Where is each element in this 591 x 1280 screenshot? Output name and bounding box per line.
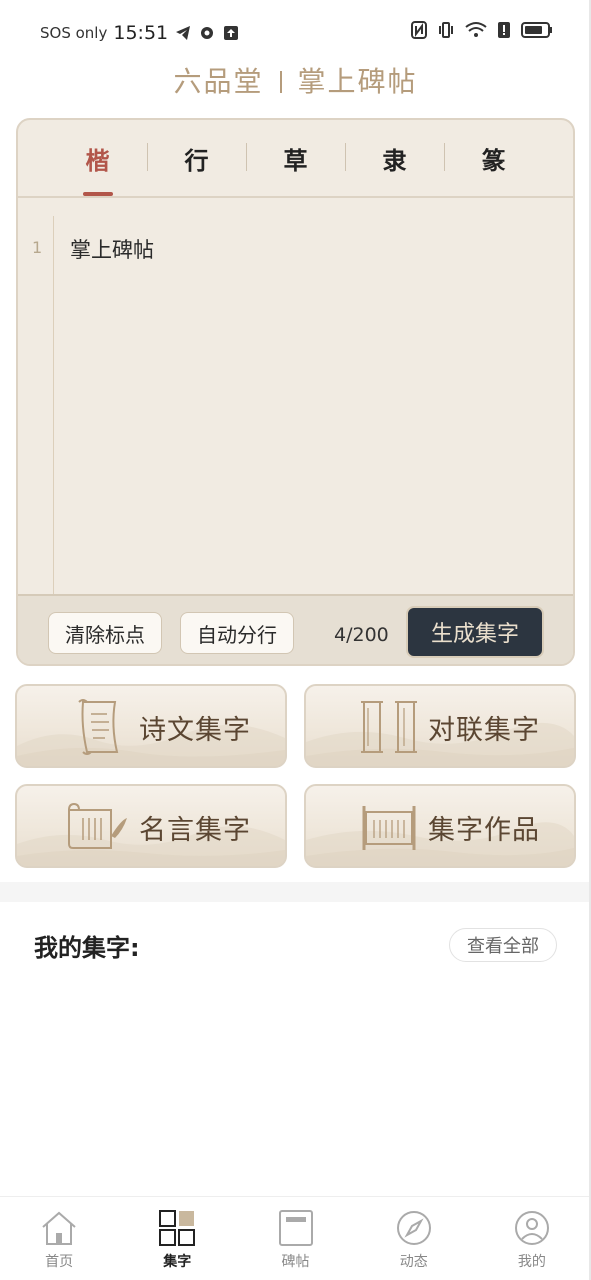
text-editor[interactable]: 1 掌上碑帖 <box>18 198 573 594</box>
battery-icon <box>521 22 552 38</box>
nfc-icon <box>411 21 427 39</box>
nav-label: 碑帖 <box>281 1254 310 1270</box>
logo-divider <box>279 71 282 93</box>
grid-icon <box>159 1210 196 1246</box>
status-bar: SOS only 15:51 <box>0 0 591 62</box>
tab-kai[interactable]: 楷 <box>48 141 147 196</box>
logo-app-name: 掌上碑帖 <box>297 65 418 98</box>
my-collections-title: 我的集字: <box>34 934 140 962</box>
quote-collect-tile[interactable]: 名言集字 <box>15 784 287 868</box>
tab-label: 篆 <box>481 146 506 175</box>
home-icon <box>42 1211 76 1245</box>
editor-toolbar: 清除标点 自动分行 4/200 生成集字 <box>18 594 573 664</box>
compass-icon <box>396 1211 431 1245</box>
book-icon <box>278 1210 313 1246</box>
section-divider <box>0 882 591 902</box>
poem-collect-tile[interactable]: 诗文集字 <box>15 684 287 768</box>
clock: 15:51 <box>113 22 169 44</box>
line-gutter: 1 <box>18 216 54 594</box>
clear-punctuation-button[interactable]: 清除标点 <box>48 612 162 654</box>
bottom-nav: 首页 集字 碑帖 动态 我的 <box>0 1196 591 1280</box>
nav-label: 我的 <box>517 1254 546 1270</box>
nav-rubbings[interactable]: 碑帖 <box>236 1197 354 1280</box>
tile-label: 名言集字 <box>139 815 251 846</box>
carrier-text: SOS only <box>40 24 108 42</box>
editor-card: 楷 行 草 隶 篆 1 掌上碑帖 清除标点 自动分行 4/200 生成集字 <box>16 118 575 666</box>
tab-label: 楷 <box>85 146 110 175</box>
wifi-icon <box>465 22 487 37</box>
app-logo: 六品堂 掌上碑帖 <box>0 60 591 100</box>
quote-scroll-icon <box>68 802 127 849</box>
nav-feed[interactable]: 动态 <box>355 1197 473 1280</box>
tab-xing[interactable]: 行 <box>147 141 246 176</box>
editor-text[interactable]: 掌上碑帖 <box>70 234 154 264</box>
logo-brand: 六品堂 <box>173 65 264 98</box>
nav-label: 集字 <box>163 1254 192 1270</box>
couplet-icon <box>361 701 417 753</box>
nav-label: 首页 <box>45 1254 74 1270</box>
tile-label: 集字作品 <box>428 815 540 846</box>
view-all-button[interactable]: 查看全部 <box>449 928 557 962</box>
nav-home[interactable]: 首页 <box>0 1197 118 1280</box>
active-tab-indicator <box>82 191 113 196</box>
nav-profile[interactable]: 我的 <box>473 1197 591 1280</box>
tab-label: 行 <box>184 146 209 175</box>
tab-label: 草 <box>283 146 308 175</box>
nav-collect[interactable]: 集字 <box>118 1197 236 1280</box>
auto-split-button[interactable]: 自动分行 <box>180 612 294 654</box>
couplet-collect-tile[interactable]: 对联集字 <box>304 684 576 768</box>
script-style-tabs: 楷 行 草 隶 篆 <box>18 120 573 198</box>
profile-icon <box>514 1211 549 1245</box>
scroll-icon <box>78 699 119 755</box>
generate-button[interactable]: 生成集字 <box>406 606 544 658</box>
tab-li[interactable]: 隶 <box>345 141 444 176</box>
tab-zhuan[interactable]: 篆 <box>444 141 543 176</box>
telegram-icon <box>176 26 191 40</box>
tab-label: 隶 <box>382 146 407 175</box>
artwork-scroll-icon <box>362 806 416 850</box>
tab-cao[interactable]: 草 <box>246 141 345 176</box>
tile-label: 对联集字 <box>428 715 540 746</box>
line-number: 1 <box>32 238 43 257</box>
tile-label: 诗文集字 <box>139 715 251 746</box>
nav-label: 动态 <box>399 1254 428 1270</box>
alert-icon <box>498 22 510 38</box>
gear-icon <box>201 27 214 39</box>
upload-icon <box>224 26 239 40</box>
vibrate-icon <box>439 22 453 38</box>
artwork-collect-tile[interactable]: 集字作品 <box>304 784 576 868</box>
char-counter: 4/200 <box>334 624 389 646</box>
